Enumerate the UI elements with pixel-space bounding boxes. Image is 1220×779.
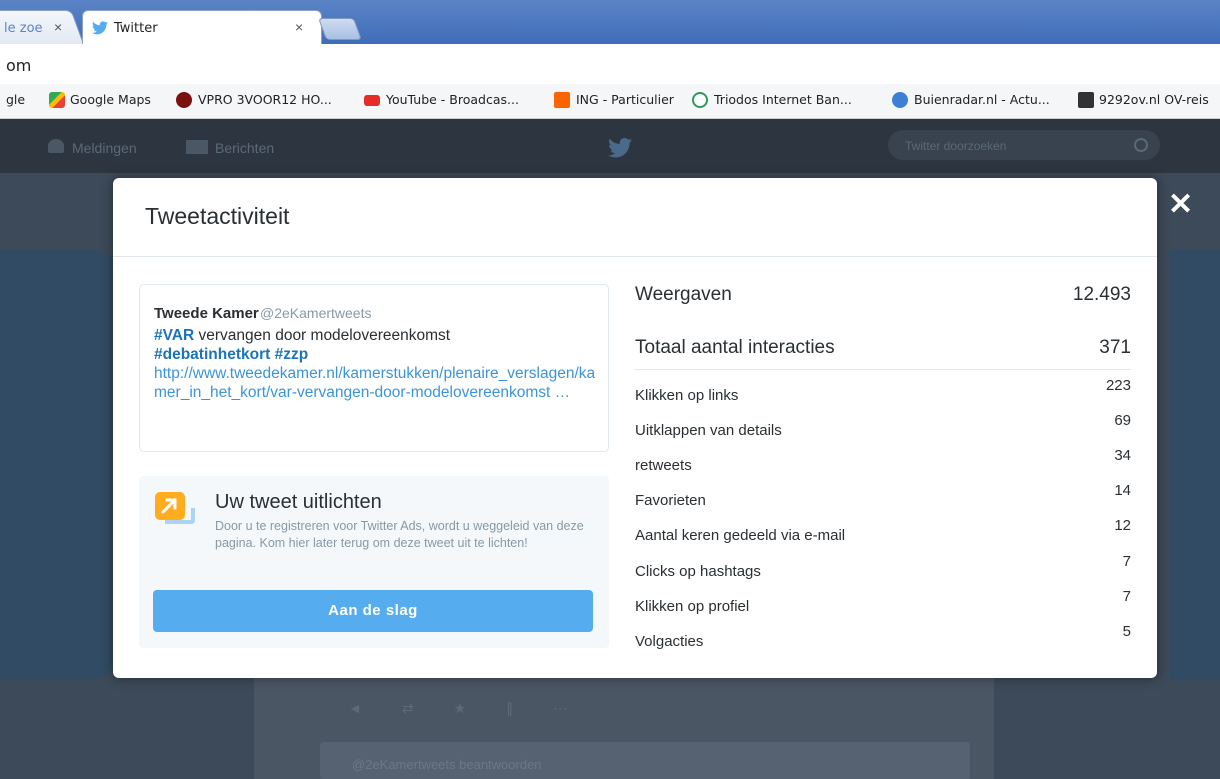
triodos-icon (692, 92, 708, 108)
nav-notifications[interactable]: Meldingen (72, 140, 137, 156)
tab-twitter-close-icon[interactable]: × (295, 19, 303, 35)
stats-divider (635, 369, 1131, 370)
search-placeholder: Twitter doorzoeken (905, 139, 1007, 153)
stat-label: Favorieten (635, 492, 706, 509)
tweet-activity-modal: Tweetactiviteit Tweede Kamer @2eKamertwe… (113, 178, 1157, 678)
bookmark-google-maps[interactable]: Google Maps (70, 92, 151, 107)
bookmark-ing[interactable]: ING - Particulier (576, 92, 674, 107)
stat-value: 7 (1122, 553, 1131, 570)
address-bar[interactable] (0, 44, 1220, 85)
stat-row: Uitklappen van details 69 (635, 412, 1131, 439)
stat-row: Volgacties 5 (635, 623, 1131, 650)
promote-tweet-panel: Uw tweet uitlichten Door u te registrere… (139, 476, 609, 648)
google-maps-icon (49, 92, 65, 108)
get-started-button[interactable]: Aan de slag (153, 590, 593, 632)
stat-row: Klikken op profiel 7 (635, 588, 1131, 615)
new-tab-button[interactable] (317, 18, 363, 40)
youtube-icon (364, 95, 380, 106)
stat-row: Klikken op links 223 (635, 377, 1131, 404)
twitter-bird-icon (92, 21, 108, 35)
bookmark-youtube[interactable]: YouTube - Broadcas... (386, 92, 519, 107)
stat-row: Clicks op hashtags 7 (635, 553, 1131, 580)
stat-value: 223 (1105, 377, 1131, 394)
hashtag-zzp[interactable]: #zzp (275, 346, 309, 363)
search-icon[interactable] (1134, 138, 1148, 152)
profile-header-decoration-right (1170, 250, 1220, 680)
nav-messages[interactable]: Berichten (215, 140, 274, 156)
stat-row: Aantal keren gedeeld via e-mail 12 (635, 517, 1131, 544)
tweet-text: #VAR vervangen door modelovereenkomst #d… (154, 326, 600, 402)
9292ov-icon (1078, 92, 1094, 108)
stat-value: 12 (1114, 517, 1131, 534)
stat-value: 14 (1114, 482, 1131, 499)
stat-row: retweets 34 (635, 447, 1131, 474)
promote-icon (155, 492, 195, 524)
promo-title: Uw tweet uitlichten (215, 491, 382, 513)
notifications-icon (48, 139, 64, 153)
tweet-link[interactable]: http://www.tweedekamer.nl/kamerstukken/p… (154, 365, 595, 401)
tab-twitter-label: Twitter (114, 21, 158, 36)
twitter-logo-icon (608, 138, 632, 158)
tweet-action-icons: ◄⇄★∥⋯ (348, 700, 608, 716)
hashtag-var[interactable]: #VAR (154, 327, 194, 344)
bookmark-triodos[interactable]: Triodos Internet Ban... (714, 92, 852, 107)
tab-previous-label: le zoe (4, 21, 43, 36)
ing-icon (554, 92, 570, 108)
buienradar-icon (892, 92, 908, 108)
stat-engagements-label: Totaal aantal interacties (635, 337, 835, 358)
stat-engagements-value: 371 (1099, 337, 1131, 358)
stat-impressions: Weergaven 12.493 (635, 284, 1131, 306)
stat-value: 7 (1122, 588, 1131, 605)
stat-label: Klikken op links (635, 387, 739, 404)
stat-value: 34 (1114, 447, 1131, 464)
messages-icon (186, 140, 208, 154)
modal-title: Tweetactiviteit (145, 203, 290, 229)
hashtag-debatinhetkort[interactable]: #debatinhetkort (154, 346, 270, 363)
modal-close-icon[interactable]: ✕ (1168, 190, 1193, 220)
bookmark-9292ov[interactable]: 9292ov.nl OV-reis (1099, 92, 1209, 107)
bookmark-vpro[interactable]: VPRO 3VOOR12 HO... (198, 92, 332, 107)
stat-label: Klikken op profiel (635, 598, 750, 615)
stat-label: retweets (635, 457, 692, 474)
stat-label: Aantal keren gedeeld via e-mail (635, 527, 846, 544)
address-text[interactable]: om (6, 56, 31, 75)
stat-impressions-value: 12.493 (1072, 284, 1131, 305)
stat-row: Favorieten 14 (635, 482, 1131, 509)
tweet-card[interactable]: Tweede Kamer @2eKamertweets #VAR vervang… (139, 284, 609, 452)
stat-label: Volgacties (635, 633, 704, 650)
modal-header: Tweetactiviteit (113, 178, 1157, 257)
promo-description: Door u te registreren voor Twitter Ads, … (215, 519, 584, 550)
reply-placeholder: @2eKamertweets beantwoorden (352, 757, 542, 772)
stat-label: Clicks op hashtags (635, 563, 761, 580)
stat-value: 5 (1122, 623, 1131, 640)
bookmark-buienradar[interactable]: Buienradar.nl - Actu... (914, 92, 1050, 107)
stat-engagements: Totaal aantal interacties 371 (635, 337, 1131, 359)
stat-label: Uitklappen van details (635, 422, 782, 439)
stat-impressions-label: Weergaven (635, 284, 732, 305)
tab-previous-close-icon[interactable]: × (54, 19, 62, 35)
bookmark-google[interactable]: gle (6, 92, 25, 107)
stat-value: 69 (1114, 412, 1131, 429)
tweet-handle[interactable]: @2eKamertweets (260, 305, 371, 321)
vpro-icon (176, 92, 192, 108)
profile-header-decoration (0, 250, 120, 680)
tweet-text-part: vervangen door modelovereenkomst (194, 327, 451, 344)
tweet-author[interactable]: Tweede Kamer (154, 305, 259, 322)
